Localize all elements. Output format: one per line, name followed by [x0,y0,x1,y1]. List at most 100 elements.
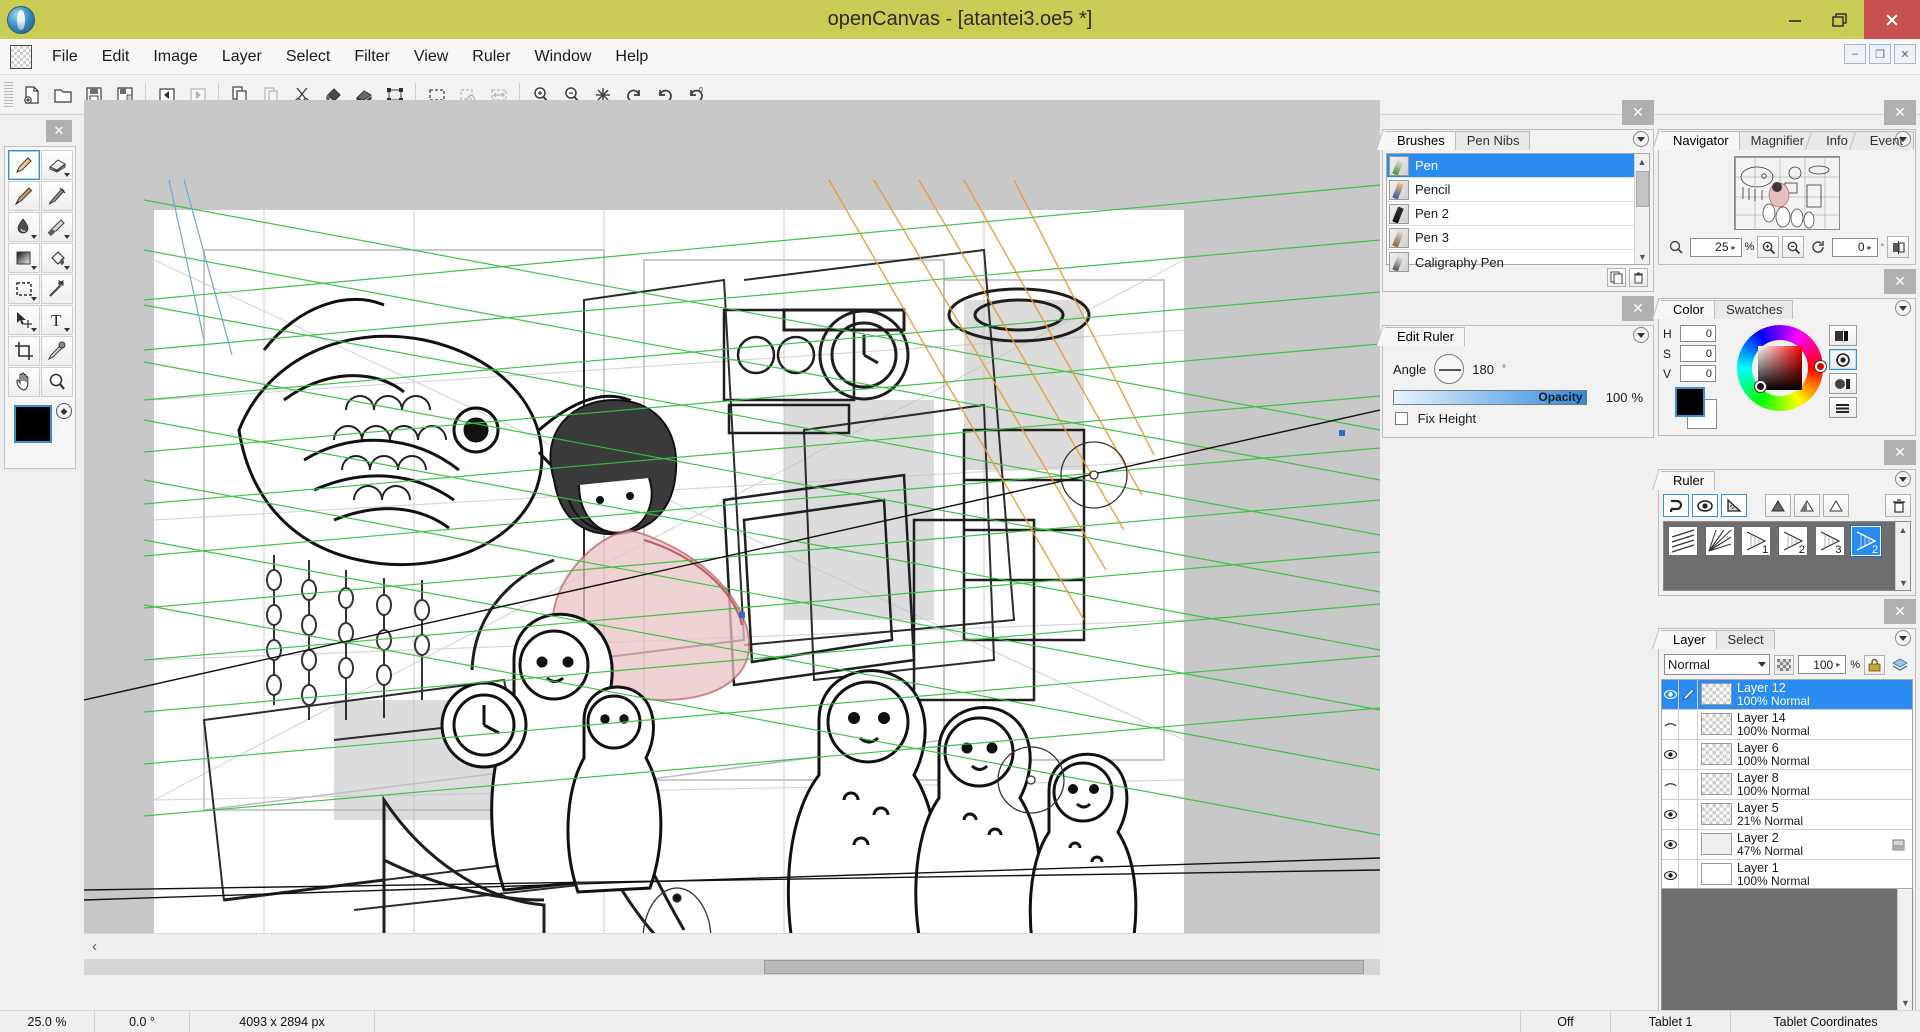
tab-swatches[interactable]: Swatches [1714,300,1793,319]
layer-edit-toggle[interactable] [1679,680,1698,709]
fix-height-checkbox[interactable] [1395,412,1408,425]
layer-visibility-toggle[interactable] [1662,740,1679,769]
edit-ruler-dock-close-button[interactable]: ✕ [1622,296,1654,321]
perspective-2pt-ruler-preset-selected[interactable]: 2 [1851,526,1881,556]
navigator-thumbnail[interactable] [1734,156,1840,230]
ruler-scroll-down-icon[interactable]: ▼ [1896,575,1911,590]
hand-tool[interactable] [8,367,40,397]
brush-item-pen-2[interactable]: Pen 2 [1387,202,1649,226]
flip-canvas-icon[interactable] [1887,236,1909,258]
mdi-close-button[interactable]: ✕ [1894,44,1916,64]
blend-tool[interactable] [41,181,73,211]
mdi-restore-button[interactable]: ❐ [1869,44,1891,64]
perspective-1pt-ruler-preset[interactable]: 1 [1741,526,1771,556]
filled-triangle-icon[interactable] [1765,494,1791,517]
tab-layer[interactable]: Layer [1661,630,1717,649]
outline-triangle-icon[interactable] [1823,494,1849,517]
rotation-value-field[interactable]: 0▸ [1832,238,1878,257]
snap-ruler-icon[interactable] [1663,494,1689,517]
layer-edit-toggle[interactable] [1679,860,1698,889]
toolbox-close-button[interactable]: ✕ [46,120,72,142]
zoom-tool[interactable] [41,367,73,397]
brushes-list-scrollbar[interactable]: ▲ ▼ [1634,154,1649,264]
parallel-ruler-preset[interactable] [1668,526,1698,556]
radial-ruler-preset[interactable] [1705,526,1735,556]
eraser-tool[interactable] [41,150,73,180]
swap-colors-icon[interactable]: ◆ [56,403,72,419]
zoom-value-field[interactable]: 25▸ [1690,238,1742,257]
watercolor-tool[interactable] [8,212,40,242]
gradient-dropdown-arrow[interactable] [31,266,37,270]
delete-ruler-icon[interactable] [1885,494,1911,517]
rectangle-select-tool[interactable] [8,274,40,304]
brushes-scrollbar-thumb[interactable] [1636,171,1649,207]
watercolor-dropdown-arrow[interactable] [31,235,37,239]
layer-visibility-toggle[interactable] [1662,770,1679,799]
eyedropper-tool[interactable] [41,336,73,366]
airbrush-dropdown-arrow[interactable] [64,235,70,239]
brushes-scroll-up-icon[interactable]: ▲ [1635,154,1649,169]
menu-help[interactable]: Help [603,44,660,70]
layer-edit-toggle[interactable] [1679,710,1698,739]
open-file-icon[interactable] [47,79,78,110]
foreground-color-swatch[interactable] [14,405,52,443]
menu-ruler[interactable]: Ruler [460,44,522,70]
hsv-wheel-mode-icon[interactable] [1829,349,1857,370]
blend-mode-select[interactable]: Normal [1664,654,1770,675]
close-button[interactable] [1864,0,1920,39]
new-file-icon[interactable] [16,79,47,110]
brush-item-pencil[interactable]: Pencil [1387,178,1649,202]
layer-row-layer6[interactable]: Layer 6 100% Normal [1662,740,1912,770]
select-dropdown-arrow[interactable] [31,297,37,301]
ruler-list-scrollbar[interactable]: ▲ ▼ [1895,522,1910,590]
layer-visibility-toggle[interactable] [1662,710,1679,739]
perspective-2pt-ruler-preset[interactable]: 2 [1778,526,1808,556]
layer-scroll-down-icon[interactable]: ▼ [1898,995,1913,1010]
tab-pen-nibs[interactable]: Pen Nibs [1455,131,1531,150]
navigator-dock-close-button[interactable]: ✕ [1884,100,1916,125]
brush-item-caligraphy-pen[interactable]: Caligraphy Pen [1387,250,1649,274]
sv-marker[interactable] [1755,381,1766,392]
hue-ring-marker[interactable] [1815,361,1826,372]
menu-file[interactable]: File [40,44,90,70]
menu-layer[interactable]: Layer [210,44,274,70]
brushes-panel-menu-icon[interactable] [1633,131,1649,147]
ruler-scroll-up-icon[interactable]: ▲ [1896,522,1910,537]
opacity-slider[interactable]: Opacity [1393,390,1587,405]
saturation-input[interactable]: 0 [1680,345,1716,362]
tab-magnifier[interactable]: Magnifier [1739,131,1815,150]
menu-select[interactable]: Select [274,44,342,70]
text-dropdown-arrow[interactable] [64,328,70,332]
value-input[interactable]: 0 [1680,365,1716,382]
navigator-zoom-out-icon[interactable] [1782,236,1804,258]
zoom-slider-icon[interactable] [1665,236,1687,258]
grayscale-mode-icon[interactable] [1829,325,1857,346]
horizontal-scrollbar-thumb[interactable] [764,960,1364,974]
hue-input[interactable]: 0 [1680,325,1716,342]
layer-transparency-icon[interactable] [1774,655,1794,675]
edit-ruler-icon[interactable] [1721,494,1747,517]
layer-row-layer8[interactable]: Layer 8 100% Normal [1662,770,1912,800]
color-foreground-swatch[interactable] [1675,387,1705,417]
angle-dial[interactable] [1434,354,1464,384]
eraser-dropdown-arrow[interactable] [64,173,70,177]
hsv-circle-mode-icon[interactable] [1829,373,1857,394]
pen-tool[interactable] [8,150,40,180]
layer-row-layer12[interactable]: Layer 12 100% Normal [1662,680,1912,710]
brushes-dock-close-button[interactable]: ✕ [1622,100,1654,125]
layer-list-scrollbar[interactable]: ▼ [1897,889,1912,1010]
text-tool[interactable]: T [41,305,73,335]
airbrush-tool[interactable] [41,212,73,242]
layer-edit-toggle[interactable] [1679,830,1698,859]
menu-edit[interactable]: Edit [90,44,142,70]
layer-mask-icon[interactable] [1892,830,1912,859]
toolbar-grip[interactable] [4,82,13,108]
layer-row-layer14[interactable]: Layer 14 100% Normal [1662,710,1912,740]
brushes-scroll-down-icon[interactable]: ▼ [1635,249,1650,264]
ruler-panel-menu-icon[interactable] [1895,471,1911,487]
magic-wand-tool[interactable] [41,274,73,304]
layer-list[interactable]: Layer 12 100% Normal Layer 14 10 [1661,679,1913,889]
color-dock-close-button[interactable]: ✕ [1884,269,1916,294]
minimize-button[interactable] [1772,0,1818,39]
navigator-reset-rotation-icon[interactable] [1807,236,1829,258]
